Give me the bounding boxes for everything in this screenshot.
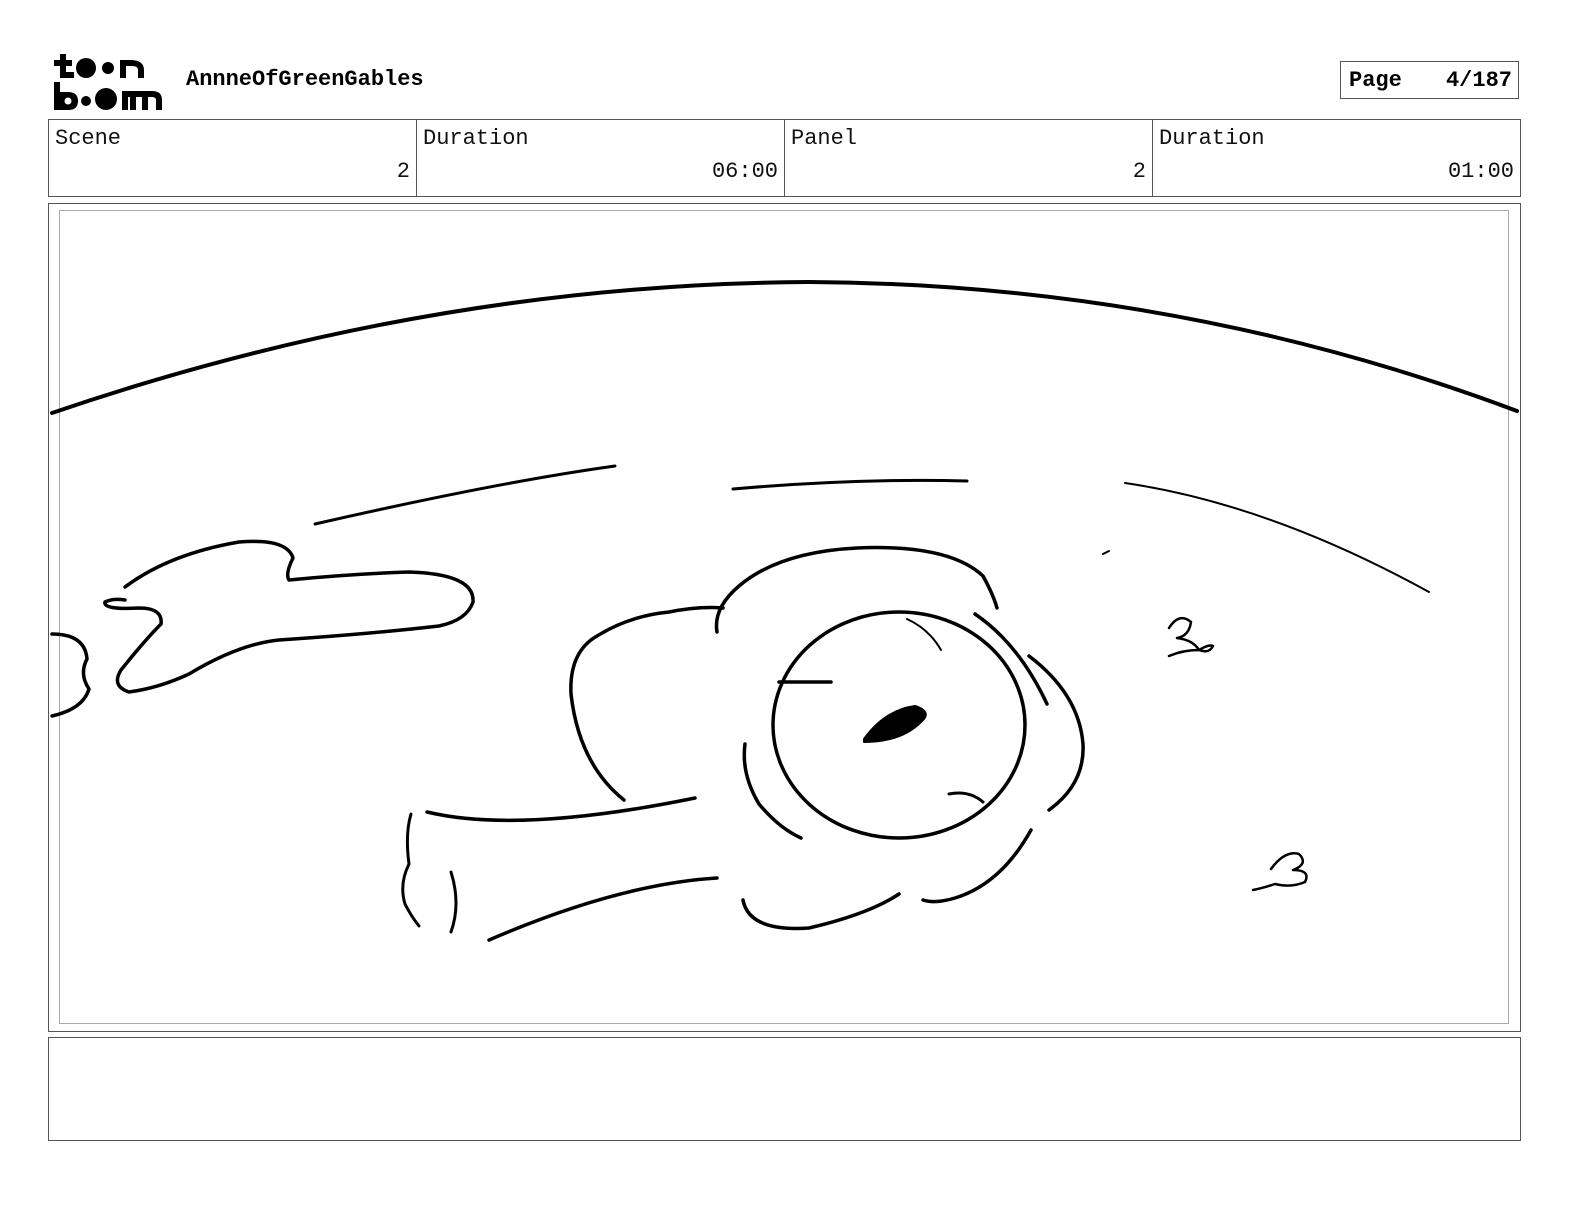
panel-info-row: Scene 2 Duration 06:00 Panel 2 Duration … <box>48 119 1521 197</box>
panel-notes-box <box>48 1037 1521 1141</box>
scene-duration-value: 06:00 <box>711 159 778 184</box>
panel-label: Panel <box>791 126 858 151</box>
panel-cell: Panel 2 <box>785 120 1153 196</box>
panel-sketch-drawing <box>50 280 1519 942</box>
scene-label: Scene <box>55 126 122 151</box>
toon-boom-logo <box>54 54 162 110</box>
project-title: AnnneOfGreenGables <box>186 67 424 92</box>
page-indicator: Page 4/187 <box>1340 61 1519 99</box>
panel-value: 2 <box>1132 159 1146 184</box>
panel-duration-label: Duration <box>1159 126 1265 151</box>
scene-value: 2 <box>396 159 410 184</box>
scene-duration-label: Duration <box>423 126 529 151</box>
storyboard-panel-frame <box>48 203 1521 1032</box>
panel-duration-value: 01:00 <box>1447 159 1514 184</box>
panel-duration-cell: Duration 01:00 <box>1153 120 1520 196</box>
page-label: Page <box>1349 67 1402 93</box>
scene-duration-cell: Duration 06:00 <box>417 120 785 196</box>
page-number: 4/187 <box>1445 67 1512 93</box>
scene-cell: Scene 2 <box>49 120 417 196</box>
